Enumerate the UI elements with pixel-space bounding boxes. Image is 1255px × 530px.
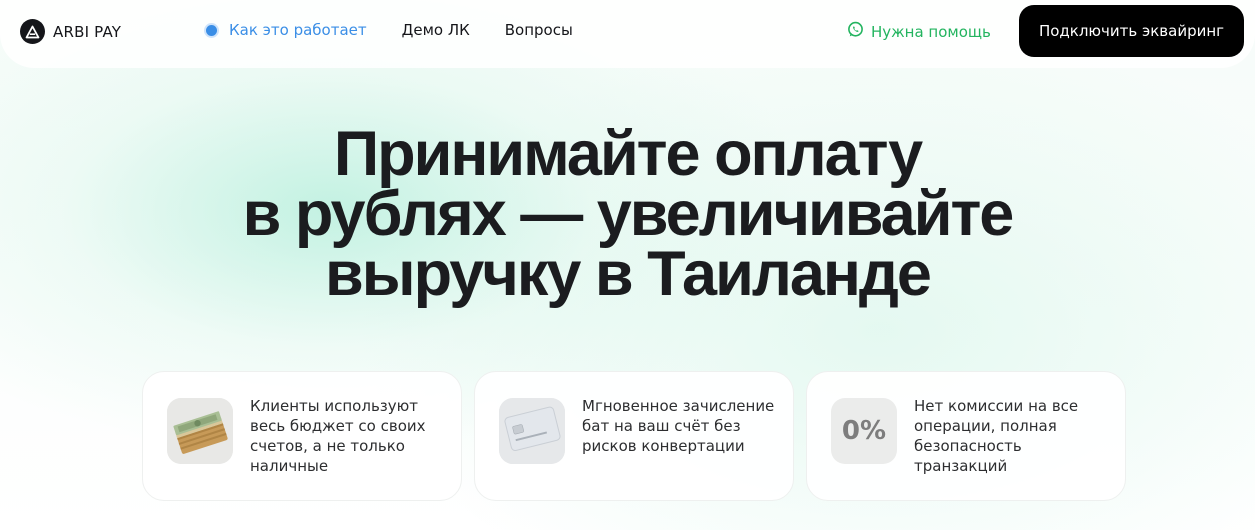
nav-label: Как это работает xyxy=(229,21,367,39)
help-link[interactable]: Нужна помощь xyxy=(847,21,991,42)
brand-logo[interactable]: ARBI PAY xyxy=(20,19,121,44)
zero-percent-icon: 0% xyxy=(831,398,897,464)
feature-card-budget: Клиенты используют весь бюджет со своих … xyxy=(142,371,462,501)
money-stack-icon xyxy=(167,398,233,464)
feature-card-no-fee: 0% Нет комиссии на все операции, полная … xyxy=(806,371,1126,501)
bank-card-icon xyxy=(499,398,565,464)
whatsapp-icon xyxy=(847,21,864,42)
brand-name: ARBI PAY xyxy=(53,22,122,41)
hero-section: Принимайте оплату в рублях — увеличивайт… xyxy=(0,119,1255,309)
logo-icon xyxy=(20,19,45,44)
feature-text: Клиенты используют весь бюджет со своих … xyxy=(250,397,426,475)
help-label: Нужна помощь xyxy=(871,22,991,41)
zero-percent-label: 0% xyxy=(841,416,887,446)
feature-card-instant: Мгновенное зачисление бат на ваш счёт бе… xyxy=(474,371,794,501)
nav-label: Вопросы xyxy=(504,21,573,39)
main-nav: Как это работает Демо ЛК Вопросы xyxy=(206,21,573,39)
hero-title: Принимайте оплату в рублях — увеличивайт… xyxy=(0,119,1255,309)
nav-faq[interactable]: Вопросы xyxy=(505,21,573,39)
top-header: ARBI PAY Как это работает Демо ЛК Вопрос… xyxy=(0,0,1255,68)
nav-demo[interactable]: Демо ЛК xyxy=(402,21,470,39)
hero-title-line-2: в рублях — увеличивайте xyxy=(242,179,1015,249)
hero-title-line-1: Принимайте оплату xyxy=(333,119,923,189)
active-indicator-dot xyxy=(206,24,217,36)
nav-how-it-works[interactable]: Как это работает xyxy=(206,21,367,39)
feature-text: Нет комиссии на все операции, полная без… xyxy=(914,397,1079,475)
connect-acquiring-button[interactable]: Подключить эквайринг xyxy=(1019,5,1244,57)
nav-label: Демо ЛК xyxy=(401,21,470,39)
hero-title-line-3: выручку в Таиланде xyxy=(325,239,932,309)
feature-text: Мгновенное зачисление бат на ваш счёт бе… xyxy=(582,397,775,455)
